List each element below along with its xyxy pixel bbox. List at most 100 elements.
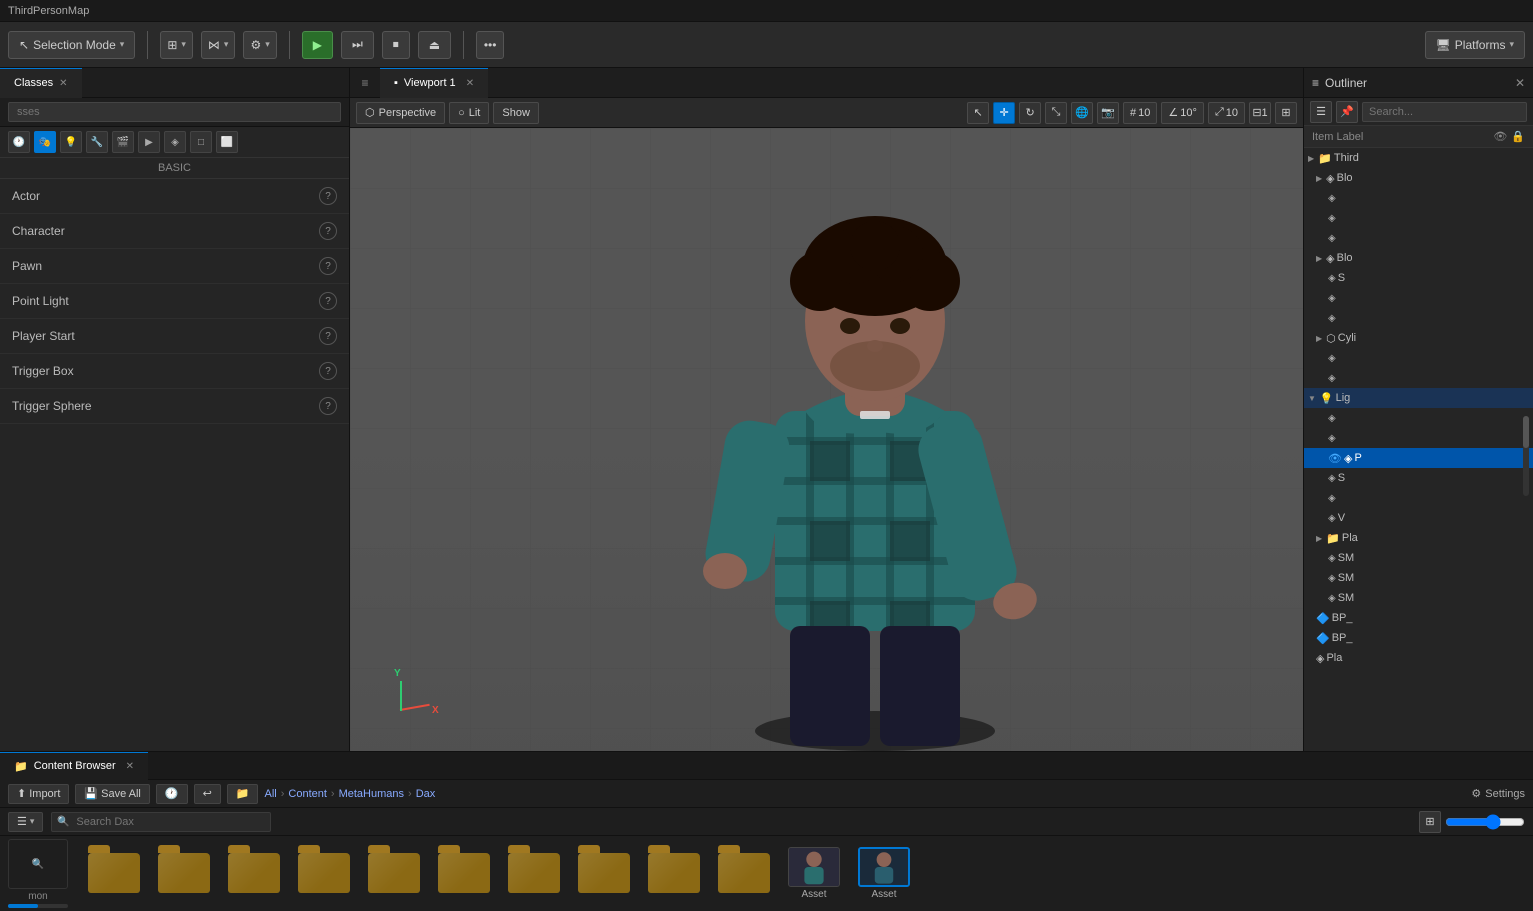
outliner-item[interactable]: ◈ <box>1304 408 1533 428</box>
stop-btn[interactable]: ⏹ <box>382 31 410 59</box>
viewport-1-tab[interactable]: ▪ Viewport 1 ✕ <box>380 68 488 98</box>
outliner-item-selected[interactable]: ▼ 💡 Lig <box>1304 388 1533 408</box>
undo-btn[interactable]: ↩ <box>194 784 221 804</box>
outliner-item[interactable]: ◈ <box>1304 308 1533 328</box>
item-info-icon[interactable]: ? <box>319 222 337 240</box>
outliner-item[interactable]: ◈ Pla <box>1304 648 1533 668</box>
list-item[interactable]: Trigger Box ? <box>0 354 349 389</box>
viewport-close-icon[interactable]: ✕ <box>466 78 474 89</box>
component-icon-btn[interactable]: 🔧 <box>86 131 108 153</box>
filter-btn[interactable]: ☰ ▾ <box>8 812 43 832</box>
content-browser-tab[interactable]: 📁 Content Browser ✕ <box>0 752 148 780</box>
import-btn[interactable]: ⬆ Import <box>8 784 69 804</box>
more-options-btn[interactable]: ••• <box>476 31 504 59</box>
breadcrumb-all[interactable]: All <box>264 788 276 800</box>
outliner-item[interactable]: ◈ SM <box>1304 588 1533 608</box>
item-info-icon[interactable]: ? <box>319 187 337 205</box>
outliner-item[interactable]: ◈ <box>1304 228 1533 248</box>
rotate-tool-btn[interactable]: ↻ <box>1019 102 1041 124</box>
outliner-item[interactable]: ▶ ◈ Blo <box>1304 168 1533 188</box>
cinematic-icon-btn[interactable]: 🎬 <box>112 131 134 153</box>
breadcrumb-content[interactable]: Content <box>288 788 327 800</box>
translate-tool-btn[interactable]: ✛ <box>993 102 1015 124</box>
outliner-item[interactable]: ▶ 📁 Third <box>1304 148 1533 168</box>
selection-mode-btn[interactable]: ↖ Selection Mode ▾ <box>8 31 135 59</box>
outliner-item[interactable]: ◈ <box>1304 188 1533 208</box>
grid-snap-btn[interactable]: # 10 <box>1123 102 1157 124</box>
item-info-icon[interactable]: ? <box>319 327 337 345</box>
outliner-item[interactable]: ▶ 📁 Pla <box>1304 528 1533 548</box>
build-btn[interactable]: ⚙ ▾ <box>243 31 276 59</box>
save-all-btn[interactable]: 💾 Save All <box>75 784 149 804</box>
asset-folder[interactable] <box>292 853 356 895</box>
settings-btn[interactable]: ⚙ Settings <box>1471 787 1525 800</box>
item-info-icon[interactable]: ? <box>319 257 337 275</box>
recent-icon-btn[interactable]: 🕐 <box>8 131 30 153</box>
left-search-input[interactable] <box>8 102 341 122</box>
lit-btn[interactable]: ○ Lit <box>449 102 489 124</box>
history-btn[interactable]: 🕐 <box>156 784 188 804</box>
outliner-item[interactable]: 🔷 BP_ <box>1304 608 1533 628</box>
list-item[interactable]: Player Start ? <box>0 319 349 354</box>
add-actor-btn[interactable]: ⊞ ▾ <box>160 31 193 59</box>
item-info-icon[interactable]: ? <box>319 292 337 310</box>
outliner-item[interactable]: ◈ <box>1304 488 1533 508</box>
list-item[interactable]: Pawn ? <box>0 249 349 284</box>
content-tab-close[interactable]: ✕ <box>126 761 134 772</box>
outliner-item[interactable]: ◈ V <box>1304 508 1533 528</box>
outliner-item[interactable]: ▶ ◈ Blo <box>1304 248 1533 268</box>
volume-icon-btn[interactable]: ⬜ <box>216 131 238 153</box>
classes-tab-close[interactable]: ✕ <box>59 78 67 89</box>
outliner-close-icon[interactable]: ✕ <box>1515 76 1525 90</box>
layer-btn[interactable]: ⊟ 1 <box>1249 102 1271 124</box>
outliner-item[interactable]: ◈ SM <box>1304 568 1533 588</box>
asset-folder[interactable] <box>152 853 216 895</box>
asset-folder[interactable] <box>222 853 286 895</box>
bsp-icon-btn[interactable]: □ <box>190 131 212 153</box>
outliner-filter-btn[interactable]: ☰ <box>1310 101 1332 123</box>
list-item[interactable]: Actor ? <box>0 179 349 214</box>
snapping-btn[interactable]: ⋈ ▾ <box>201 31 236 59</box>
show-btn[interactable]: Show <box>493 102 539 124</box>
classes-tab[interactable]: Classes ✕ <box>0 68 82 98</box>
select-tool-btn[interactable]: ↖ <box>967 102 989 124</box>
asset-folder[interactable] <box>572 853 636 895</box>
thumb-size-slider[interactable] <box>1445 812 1525 832</box>
tile-view-btn[interactable]: ⊞ <box>1419 811 1441 833</box>
scale-snap-btn[interactable]: ⤢ 10 <box>1208 102 1245 124</box>
outliner-item[interactable]: ◈ S <box>1304 268 1533 288</box>
platforms-btn[interactable]: 🖥 Platforms ▾ <box>1425 31 1525 59</box>
outliner-item[interactable]: ◈ <box>1304 208 1533 228</box>
viewport-canvas[interactable]: X Y <box>350 128 1303 751</box>
asset-folder[interactable] <box>82 853 146 895</box>
actor-icon-btn[interactable]: 🎭 <box>34 131 56 153</box>
perspective-btn[interactable]: ⬡ Perspective <box>356 102 445 124</box>
outliner-item[interactable]: 🔷 BP_ <box>1304 628 1533 648</box>
asset-folder[interactable] <box>362 853 426 895</box>
maximize-btn[interactable]: ⊞ <box>1275 102 1297 124</box>
angle-snap-btn[interactable]: ∠ 10° <box>1161 102 1204 124</box>
mesh-icon-btn[interactable]: ◈ <box>164 131 186 153</box>
outliner-item[interactable]: ◈ SM <box>1304 548 1533 568</box>
skip-btn[interactable]: ⏭ <box>341 31 374 59</box>
asset-folder[interactable] <box>432 853 496 895</box>
list-item[interactable]: Point Light ? <box>0 284 349 319</box>
eject-btn[interactable]: ⏏ <box>418 31 451 59</box>
play-btn[interactable]: ▶ <box>302 31 333 59</box>
list-item[interactable]: Trigger Sphere ? <box>0 389 349 424</box>
light-icon-btn[interactable]: 💡 <box>60 131 82 153</box>
folder-btn[interactable]: 📁 <box>227 784 259 804</box>
item-info-icon[interactable]: ? <box>319 362 337 380</box>
outliner-item[interactable]: ◈ <box>1304 288 1533 308</box>
item-info-icon[interactable]: ? <box>319 397 337 415</box>
outliner-item[interactable]: ◈ S <box>1304 468 1533 488</box>
asset-folder[interactable] <box>502 853 566 895</box>
breadcrumb-dax[interactable]: Dax <box>416 788 436 800</box>
asset-folder[interactable] <box>712 853 776 895</box>
outliner-item[interactable]: ▶ ⬡ Cyli <box>1304 328 1533 348</box>
outliner-item-active[interactable]: 👁 ◈ P <box>1304 448 1533 468</box>
asset-character-thumb[interactable]: Asset <box>782 847 846 900</box>
anim-icon-btn[interactable]: ▶ <box>138 131 160 153</box>
outliner-pin-btn[interactable]: 📌 <box>1336 101 1358 123</box>
outliner-item[interactable]: ◈ <box>1304 368 1533 388</box>
